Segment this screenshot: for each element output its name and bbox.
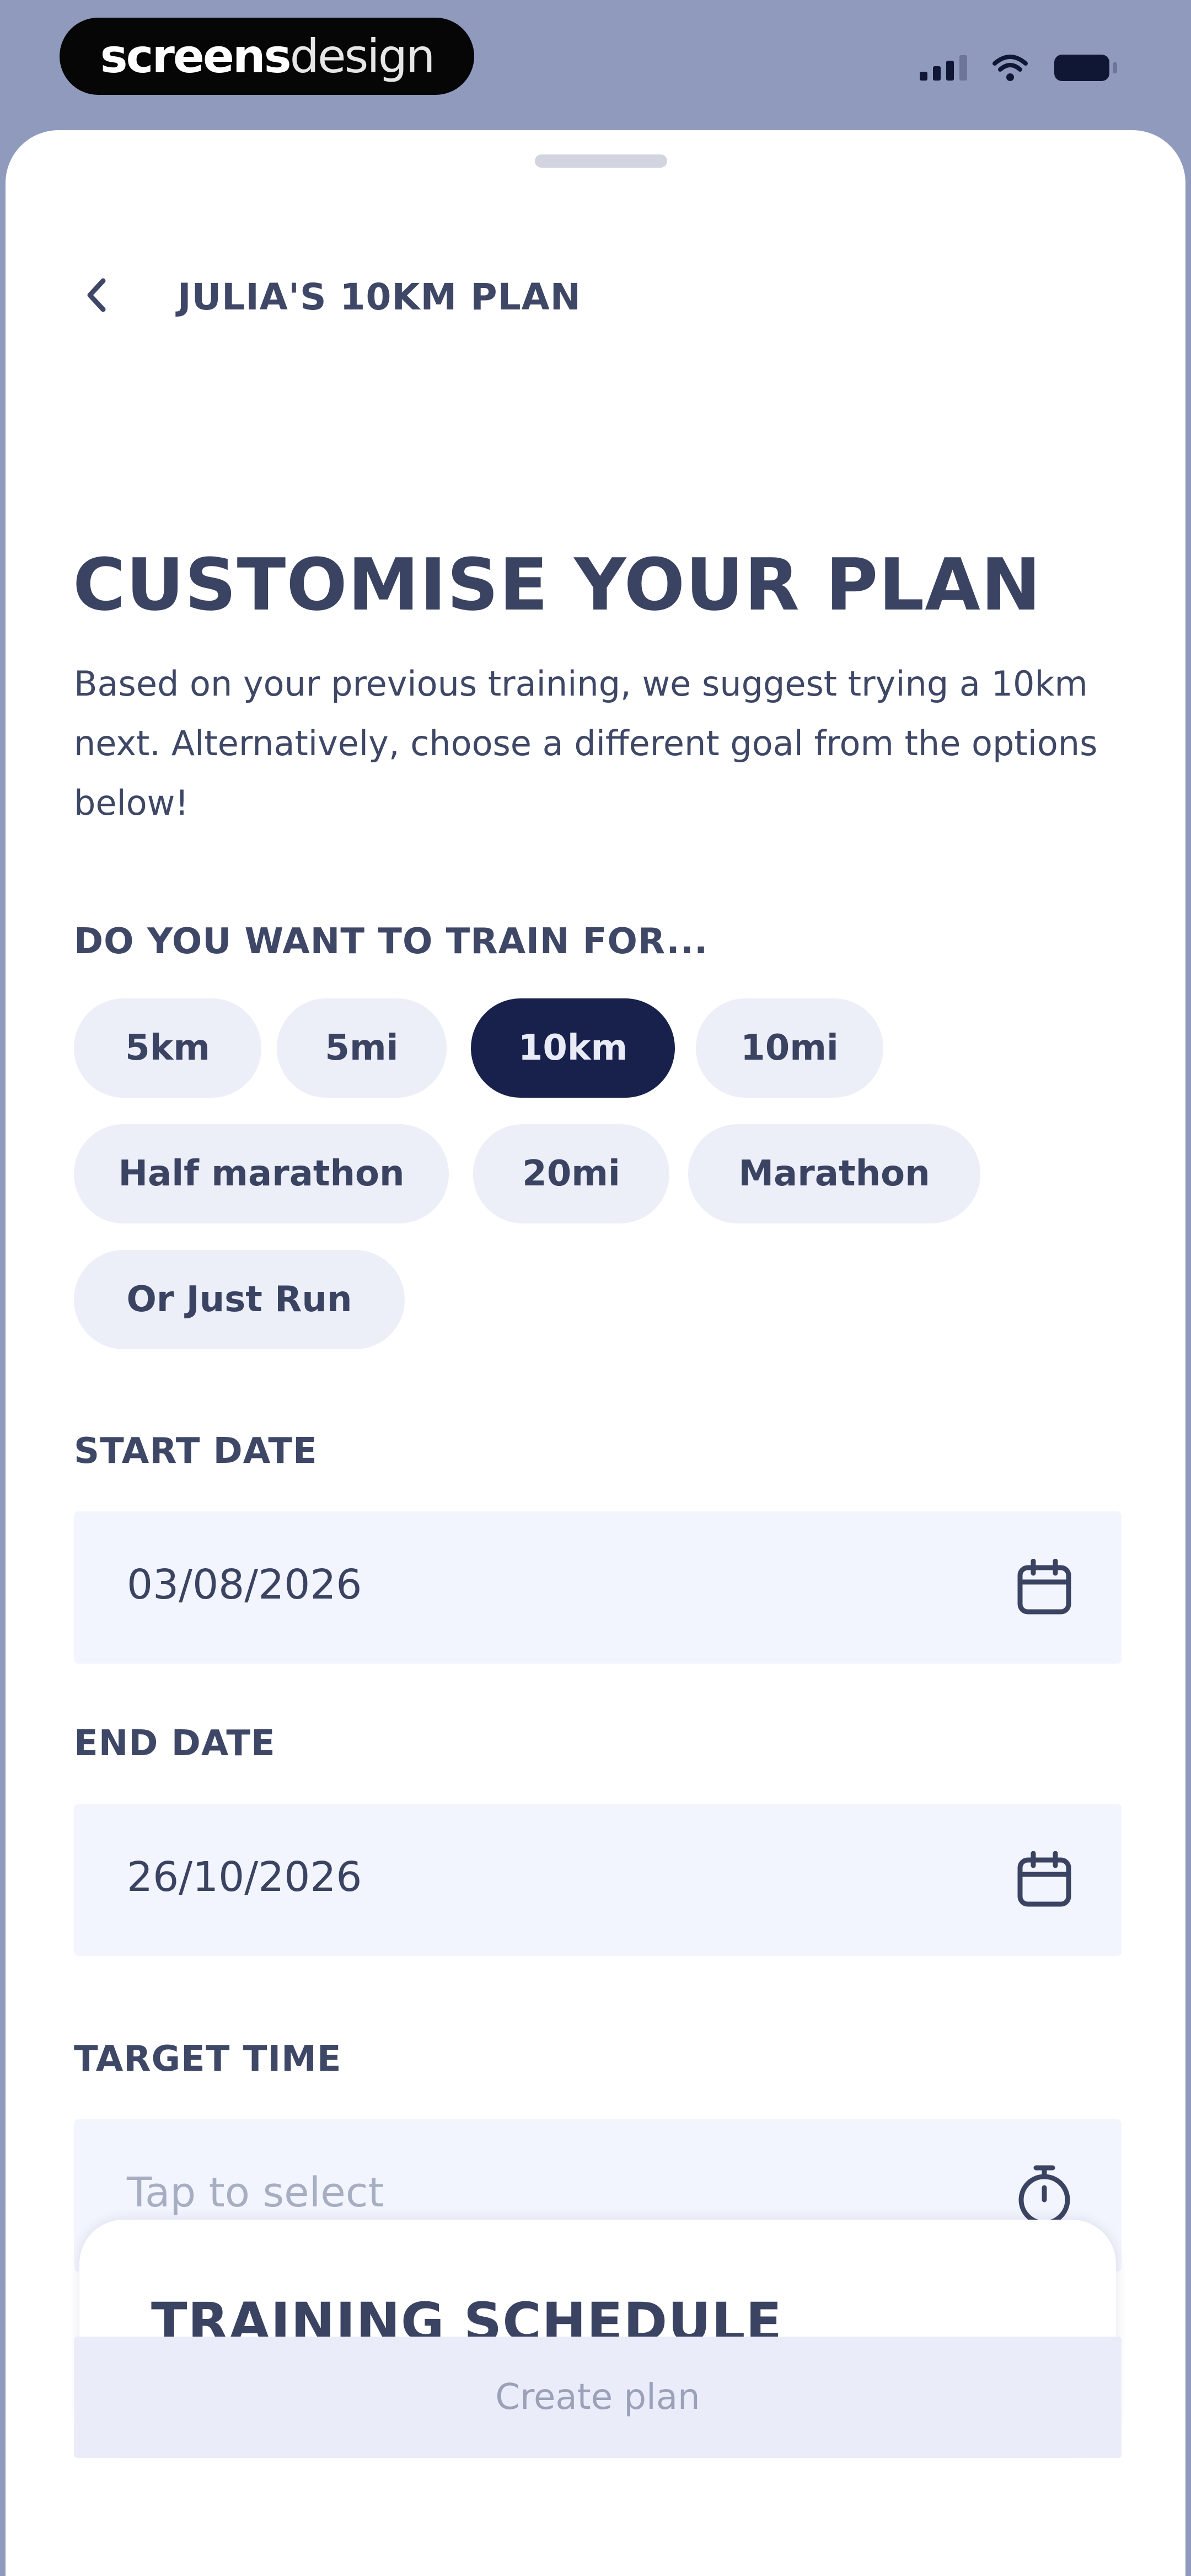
brand-logo: screens design <box>60 18 474 95</box>
back-button[interactable] <box>72 270 121 320</box>
goal-chip-20mi[interactable]: 20mi <box>473 1124 669 1223</box>
status-bar: screens design <box>0 0 1191 130</box>
start-date-field[interactable]: 03/08/2026 <box>74 1511 1122 1664</box>
calendar-icon <box>1011 1847 1077 1913</box>
goal-chip-5mi[interactable]: 5mi <box>277 998 447 1098</box>
create-plan-button[interactable]: Create plan <box>74 2337 1122 2458</box>
end-date-value: 26/10/2026 <box>127 1853 362 1901</box>
calendar-icon <box>1011 1554 1077 1621</box>
wifi-icon <box>993 55 1028 81</box>
sheet-grabber[interactable] <box>535 154 667 168</box>
page-description: Based on your previous training, we sugg… <box>74 664 1098 823</box>
target-time-label: TARGET TIME <box>74 2039 342 2080</box>
brand-logo-bold: screens <box>100 29 292 83</box>
goal-label: DO YOU WANT TO TRAIN FOR... <box>74 921 709 962</box>
goal-chip-10mi[interactable]: 10mi <box>696 998 883 1098</box>
goal-chip-10km[interactable]: 10km <box>471 998 675 1098</box>
stopwatch-icon <box>1011 2162 1077 2228</box>
end-date-field[interactable]: 26/10/2026 <box>74 1804 1122 1956</box>
page-title: CUSTOMISE YOUR PLAN <box>73 543 1042 627</box>
brand-logo-light: design <box>289 29 436 83</box>
nav-bar: JULIA'S 10KM PLAN <box>6 268 1185 323</box>
target-time-placeholder: Tap to select <box>127 2169 384 2216</box>
status-icons <box>920 49 1119 87</box>
plan-sheet: JULIA'S 10KM PLAN CUSTOMISE YOUR PLAN Ba… <box>6 130 1185 2576</box>
start-date-label: START DATE <box>74 1431 318 1472</box>
cellular-signal-icon <box>920 55 967 81</box>
goal-chip-or-just-run[interactable]: Or Just Run <box>74 1250 405 1349</box>
chevron-left-icon <box>87 278 106 312</box>
goal-chip-5km[interactable]: 5km <box>74 998 261 1098</box>
goal-chip-half-marathon[interactable]: Half marathon <box>74 1124 449 1223</box>
battery-icon <box>1054 55 1117 81</box>
end-date-label: END DATE <box>74 1723 276 1764</box>
goal-chip-marathon[interactable]: Marathon <box>688 1124 980 1223</box>
nav-title: JULIA'S 10KM PLAN <box>178 276 581 318</box>
start-date-value: 03/08/2026 <box>127 1561 362 1608</box>
